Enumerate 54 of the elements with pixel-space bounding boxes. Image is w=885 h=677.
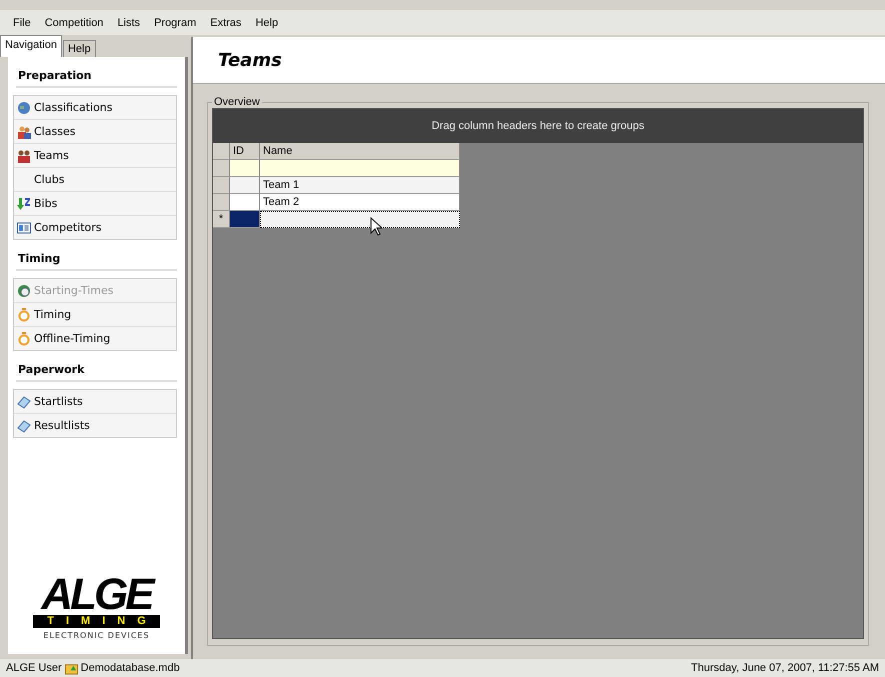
tab[interactable]: Help bbox=[62, 40, 96, 57]
document-icon bbox=[17, 394, 31, 408]
stopwatch-icon bbox=[17, 332, 31, 346]
document-icon bbox=[17, 418, 31, 432]
nav-item[interactable]: Offline-Timing bbox=[14, 327, 176, 350]
folder-icon bbox=[64, 662, 78, 674]
table-cell[interactable] bbox=[230, 177, 260, 194]
nav-item[interactable]: Classifications bbox=[14, 96, 176, 120]
section-heading: Timing bbox=[16, 248, 177, 271]
table-cell[interactable]: Team 1 bbox=[260, 177, 460, 194]
nav-item[interactable]: Timing bbox=[14, 303, 176, 327]
company-logo: ALGE TIMING ELECTRONIC DEVICES bbox=[16, 575, 177, 640]
nav-item[interactable]: Clubs bbox=[14, 168, 176, 192]
nav-item[interactable]: Teams bbox=[14, 144, 176, 168]
section-heading: Paperwork bbox=[16, 359, 177, 382]
nav-item[interactable]: Startlists bbox=[14, 390, 176, 414]
table-cell[interactable] bbox=[230, 211, 260, 228]
table-cell[interactable] bbox=[230, 160, 260, 177]
mouse-cursor-icon bbox=[370, 217, 382, 236]
menu-item[interactable]: Program bbox=[147, 16, 204, 28]
section-heading: Preparation bbox=[16, 65, 177, 88]
tab[interactable]: Navigation bbox=[0, 35, 62, 57]
nav-item[interactable]: Resultlists bbox=[14, 414, 176, 437]
people-icon bbox=[17, 124, 31, 138]
people-icon bbox=[17, 148, 31, 162]
nav-item[interactable]: Bibs bbox=[14, 192, 176, 216]
sort-icon bbox=[17, 196, 31, 210]
status-database: Demodatabase.mdb bbox=[80, 662, 180, 674]
menu-item[interactable]: Competition bbox=[38, 16, 110, 28]
page-title: Teams bbox=[218, 50, 282, 70]
stopwatch-icon bbox=[17, 308, 31, 322]
table-cell[interactable]: Team 2 bbox=[260, 194, 460, 211]
column-header[interactable]: Name bbox=[260, 143, 460, 160]
status-user: ALGE User bbox=[6, 662, 62, 674]
row-header[interactable] bbox=[213, 160, 230, 177]
table-cell[interactable] bbox=[230, 194, 260, 211]
column-header[interactable]: ID bbox=[230, 143, 260, 160]
menu-item[interactable]: File bbox=[6, 16, 38, 28]
menu-item[interactable]: Help bbox=[248, 16, 286, 28]
group-hint: Drag column headers here to create groups bbox=[432, 120, 644, 132]
clock-icon bbox=[17, 284, 31, 298]
card-icon bbox=[17, 220, 31, 234]
row-header[interactable]: * bbox=[213, 211, 230, 228]
menu-item[interactable]: Extras bbox=[203, 16, 248, 28]
menu-item[interactable]: Lists bbox=[110, 16, 148, 28]
table-cell[interactable] bbox=[260, 160, 460, 177]
group-box-label: Overview bbox=[213, 96, 261, 108]
nav-item[interactable]: Classes bbox=[14, 120, 176, 144]
table-cell[interactable] bbox=[260, 211, 460, 228]
globe-icon bbox=[17, 100, 31, 114]
nav-item[interactable]: Competitors bbox=[14, 216, 176, 239]
status-datetime: Thursday, June 07, 2007, 11:27:55 AM bbox=[691, 662, 879, 674]
row-header[interactable] bbox=[213, 194, 230, 211]
row-header[interactable] bbox=[213, 177, 230, 194]
